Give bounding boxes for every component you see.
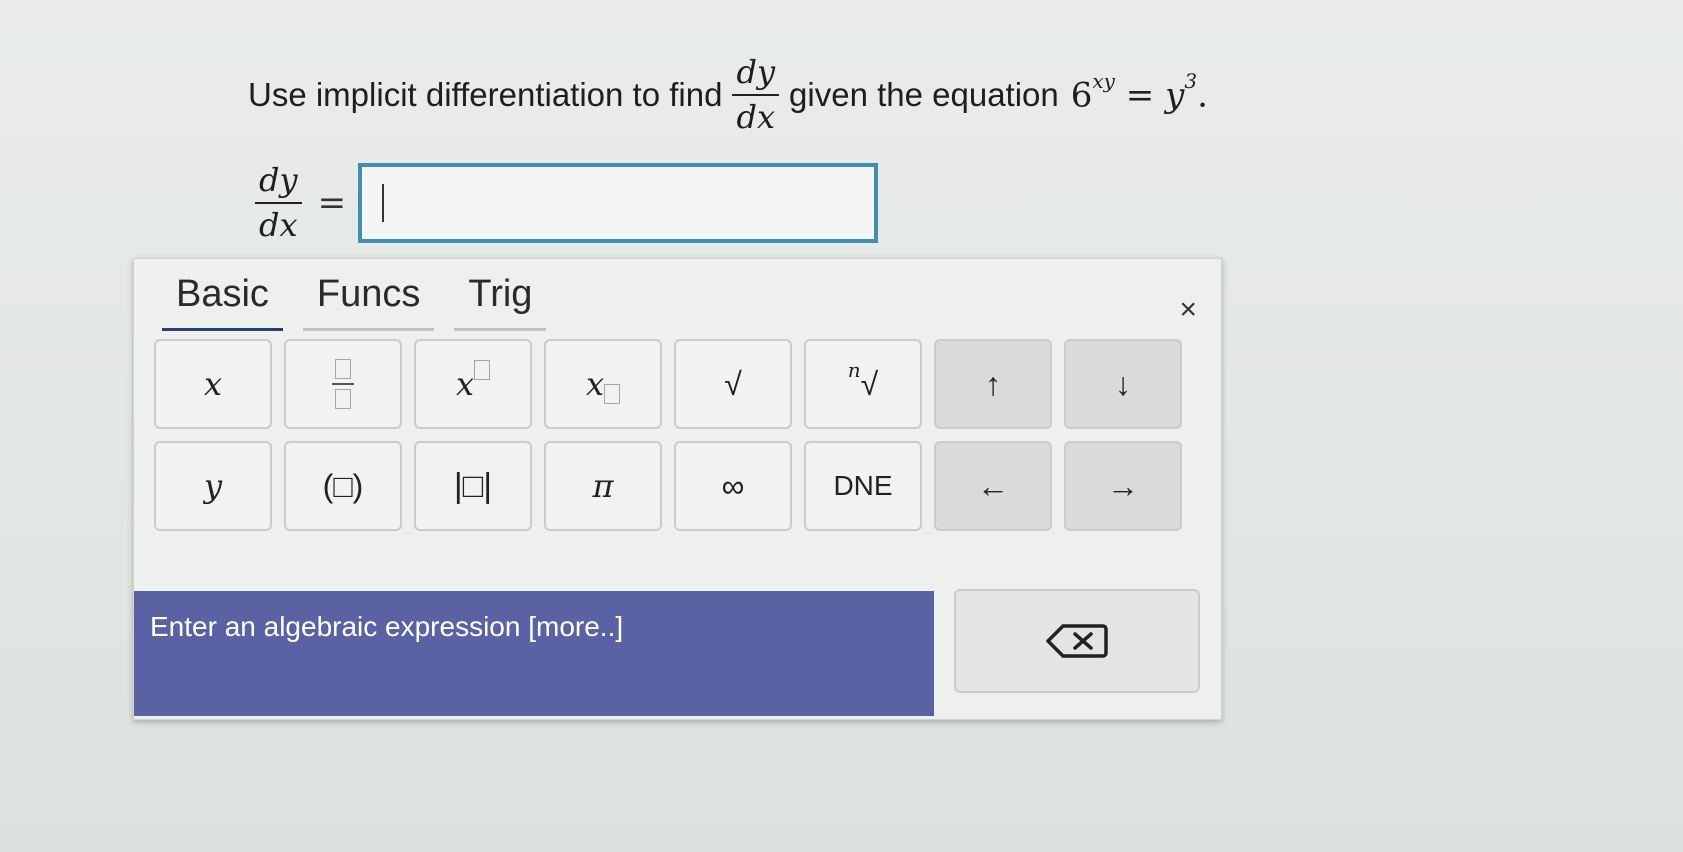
arrow-down-icon: ↓ <box>1115 365 1131 402</box>
key-right-arrow[interactable]: → <box>1064 441 1182 531</box>
tab-funcs[interactable]: Funcs <box>302 269 435 331</box>
key-down-arrow[interactable]: ↓ <box>1064 339 1182 429</box>
key-pi[interactable]: π <box>544 441 662 531</box>
tab-trig[interactable]: Trig <box>454 269 547 331</box>
sqrt-icon: √ <box>724 365 742 402</box>
question-text: Use implicit differentiation to find dy … <box>248 40 1208 150</box>
answer-frac-num: dy <box>259 161 298 199</box>
question-prefix: Use implicit differentiation to find <box>248 76 723 113</box>
arrow-right-icon: → <box>1107 467 1139 504</box>
question-derivative: dy dx <box>732 53 780 136</box>
question-frac-num: dy <box>736 53 776 92</box>
question-frac-den: dx <box>736 98 776 136</box>
answer-row: dy dx = <box>245 162 879 244</box>
key-dne[interactable]: DNE <box>804 441 922 531</box>
fraction-template-icon <box>332 359 354 409</box>
question-middle: given the equation <box>789 76 1059 113</box>
backspace-icon <box>1046 624 1108 658</box>
fraction-bar <box>732 94 780 96</box>
placeholder-box-icon <box>474 360 491 380</box>
key-sqrt[interactable]: √ <box>674 339 792 429</box>
close-palette-button[interactable]: × <box>1179 293 1197 327</box>
eq-rhs-exponent: 3 <box>1184 68 1198 93</box>
text-caret <box>382 183 385 222</box>
key-left-arrow[interactable]: ← <box>934 441 1052 531</box>
key-grid: x x x √ n √ ↑ ↓ y (□) |□| π ∞ DNE ← → <box>154 339 1182 531</box>
arrow-left-icon: ← <box>977 467 1009 504</box>
question-equation: 6xy = y3. <box>1070 69 1208 116</box>
arrow-up-icon: ↑ <box>985 365 1001 402</box>
key-up-arrow[interactable]: ↑ <box>934 339 1052 429</box>
key-y[interactable]: y <box>154 441 272 531</box>
key-fraction[interactable] <box>284 339 402 429</box>
key-superscript[interactable]: x <box>414 339 532 429</box>
nth-root-icon: √ <box>860 365 879 402</box>
key-absolute-value[interactable]: |□| <box>414 441 532 531</box>
key-nth-root[interactable]: n √ <box>804 339 922 429</box>
key-x[interactable]: x <box>154 339 272 429</box>
eq-base: 6 <box>1070 75 1093 116</box>
eq-equals: = <box>1125 75 1155 116</box>
eq-rhs: y <box>1165 75 1185 116</box>
answer-equals: = <box>317 182 347 223</box>
tab-basic[interactable]: Basic <box>162 269 283 331</box>
eq-exponent: xy <box>1092 68 1115 93</box>
answer-derivative-label: dy dx <box>255 162 302 244</box>
placeholder-box-icon <box>604 384 621 404</box>
fraction-bar <box>255 201 302 204</box>
key-infinity[interactable]: ∞ <box>674 441 792 531</box>
answer-frac-den: dx <box>259 205 298 244</box>
hint-text: Enter an algebraic expression [more..] <box>150 611 624 642</box>
key-parentheses[interactable]: (□) <box>284 441 402 531</box>
palette-tabs: Basic Funcs Trig <box>162 269 547 331</box>
answer-input[interactable] <box>358 162 879 243</box>
palette-hint-bar[interactable]: Enter an algebraic expression [more..] <box>134 591 934 716</box>
key-subscript[interactable]: x <box>544 339 662 429</box>
math-palette: Basic Funcs Trig × x x x √ n √ ↑ ↓ y (□) … <box>133 258 1222 720</box>
eq-end: . <box>1197 75 1208 116</box>
key-backspace[interactable] <box>954 589 1200 693</box>
